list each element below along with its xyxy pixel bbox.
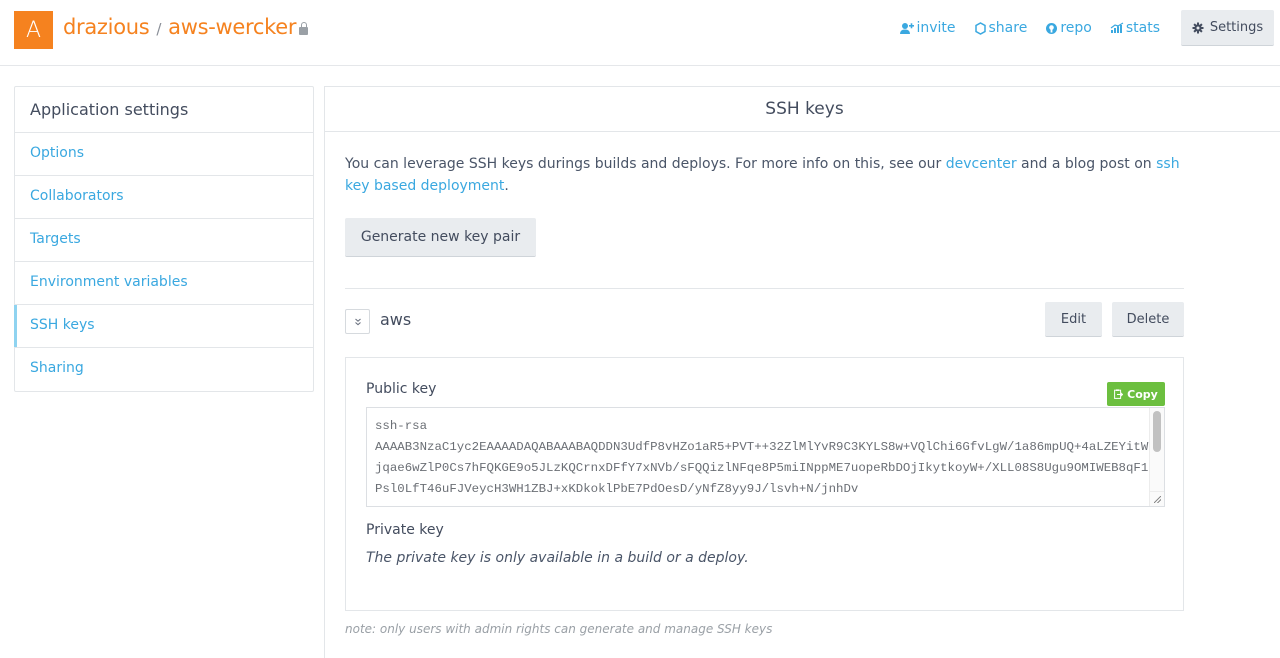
textarea-scrollbar[interactable]	[1149, 408, 1164, 492]
expand-toggle-button[interactable]	[345, 309, 370, 334]
top-bar: A drazious / aws-wercker invite share re…	[0, 0, 1280, 66]
breadcrumb: drazious / aws-wercker	[63, 15, 309, 39]
intro-text-end: .	[504, 178, 509, 194]
resize-handle[interactable]	[1149, 491, 1164, 506]
lock-icon	[299, 22, 309, 35]
repo-link[interactable]: repo	[1045, 20, 1092, 36]
repo-label: repo	[1060, 20, 1092, 36]
generate-key-pair-button[interactable]: Generate new key pair	[345, 218, 536, 257]
intro-text-middle: and a blog post on	[1016, 156, 1157, 172]
sidebar-item-environment-variables[interactable]: Environment variables	[15, 262, 313, 305]
settings-sidebar: Application settings Options Collaborato…	[14, 86, 314, 392]
header-nav: invite share repo stats	[899, 20, 1160, 36]
sidebar-title: Application settings	[15, 87, 313, 133]
ssh-keys-panel: SSH keys You can leverage SSH keys durin…	[324, 86, 1280, 658]
owner-link[interactable]: drazious	[63, 15, 150, 39]
public-key-label: Public key	[366, 381, 437, 397]
sidebar-item-collaborators[interactable]: Collaborators	[15, 176, 313, 219]
edit-key-button[interactable]: Edit	[1045, 302, 1102, 337]
share-label: share	[988, 20, 1028, 36]
divider	[345, 288, 1184, 289]
stats-icon	[1110, 22, 1124, 33]
intro-text-start: You can leverage SSH keys durings builds…	[345, 156, 946, 172]
copy-public-key-button[interactable]: Copy	[1107, 382, 1165, 406]
gear-icon	[1192, 22, 1204, 33]
breadcrumb-separator: /	[156, 20, 162, 38]
private-key-label: Private key	[366, 522, 444, 538]
copy-label: Copy	[1127, 387, 1158, 401]
settings-label: Settings	[1209, 20, 1264, 35]
scrollbar-thumb[interactable]	[1153, 411, 1161, 452]
share-link[interactable]: share	[974, 20, 1028, 36]
app-avatar[interactable]: A	[14, 11, 53, 49]
app-name-link[interactable]: aws-wercker	[168, 15, 296, 39]
clipboard-icon	[1114, 389, 1124, 399]
sidebar-item-ssh-keys[interactable]: SSH keys	[14, 305, 313, 348]
invite-link[interactable]: invite	[899, 20, 956, 36]
github-icon	[1046, 22, 1058, 34]
ssh-key-row: aws Edit Delete	[345, 302, 1184, 338]
sidebar-item-targets[interactable]: Targets	[15, 219, 313, 262]
chevron-double-down-icon	[354, 318, 361, 325]
panel-title: SSH keys	[325, 87, 1280, 132]
private-key-notice: The private key is only available in a b…	[366, 550, 749, 566]
delete-key-button[interactable]: Delete	[1112, 302, 1184, 337]
share-icon	[974, 21, 986, 35]
intro-text: You can leverage SSH keys durings builds…	[345, 153, 1195, 197]
sidebar-item-options[interactable]: Options	[15, 133, 313, 176]
settings-button[interactable]: Settings	[1181, 10, 1274, 46]
sidebar-item-sharing[interactable]: Sharing	[15, 348, 313, 391]
key-name: aws	[380, 310, 412, 329]
key-details: Public key Copy ssh-rsa AAAAB3NzaC1yc2EA…	[345, 357, 1184, 611]
stats-link[interactable]: stats	[1110, 20, 1160, 36]
admin-rights-note: note: only users with admin rights can g…	[345, 622, 773, 636]
invite-label: invite	[916, 20, 956, 36]
add-user-icon	[900, 22, 915, 34]
public-key-value[interactable]: ssh-rsa AAAAB3NzaC1yc2EAAAADAQABAAABAQDD…	[375, 416, 1150, 500]
devcenter-link[interactable]: devcenter	[946, 156, 1017, 172]
stats-label: stats	[1125, 20, 1160, 36]
public-key-textarea[interactable]: ssh-rsa AAAAB3NzaC1yc2EAAAADAQABAAABAQDD…	[366, 407, 1165, 507]
